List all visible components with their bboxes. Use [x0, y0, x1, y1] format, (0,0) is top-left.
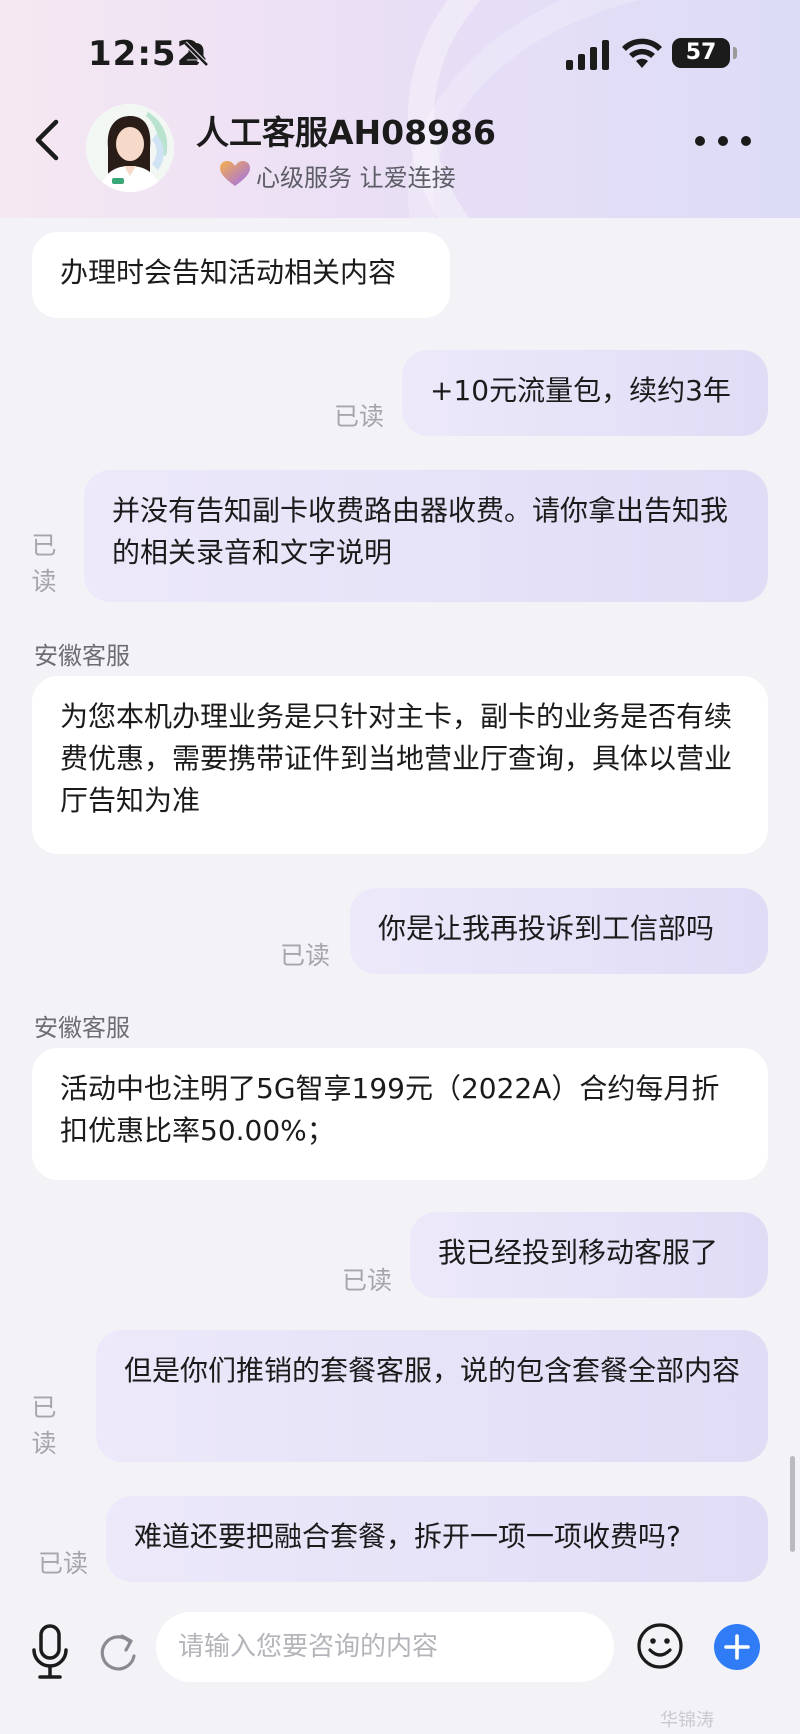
battery-level: 57 — [685, 40, 717, 65]
sender-name: 安徽客服 — [34, 642, 130, 670]
message-text: 但是你们推销的套餐客服，说的包含套餐全部内容 — [124, 1354, 741, 1387]
message-text: 你是让我再投诉到工信部吗 — [378, 912, 715, 945]
heart-icon — [220, 161, 250, 186]
message-bubble-incoming[interactable]: 办理时会告知活动相关内容 — [32, 232, 450, 318]
message-bubble-outgoing[interactable]: 我已经投到移动客服了 — [410, 1212, 768, 1298]
bell-muted-icon — [183, 41, 209, 67]
more-icon[interactable] — [690, 126, 756, 156]
emoji-icon[interactable] — [636, 1622, 684, 1670]
agent-avatar[interactable] — [86, 104, 174, 192]
battery-cap — [733, 47, 737, 59]
message-text: 活动中也注明了5G智享199元（2022A）合约每月折扣优惠比率50.00%； — [60, 1072, 720, 1147]
scrollbar[interactable] — [790, 1456, 795, 1552]
read-status: 已读 — [280, 941, 331, 970]
message-text: +10元流量包，续约3年 — [430, 374, 731, 407]
read-status: 已读 — [31, 1393, 57, 1458]
message-bubble-outgoing[interactable]: +10元流量包，续约3年 — [402, 350, 768, 436]
message-bubble-outgoing[interactable]: 但是你们推销的套餐客服，说的包含套餐全部内容 — [96, 1330, 768, 1462]
message-bubble-outgoing[interactable]: 难道还要把融合套餐，拆开一项一项收费吗? — [106, 1496, 768, 1582]
message-text: 为您本机办理业务是只针对主卡，副卡的业务是否有续费优惠，需要携带证件到当地营业厅… — [60, 700, 733, 817]
message-bubble-incoming[interactable]: 为您本机办理业务是只针对主卡，副卡的业务是否有续费优惠，需要携带证件到当地营业厅… — [32, 676, 768, 854]
message-bubble-incoming[interactable]: 活动中也注明了5G智享199元（2022A）合约每月折扣优惠比率50.00%； — [32, 1048, 768, 1180]
microphone-icon[interactable] — [30, 1624, 70, 1680]
sender-name: 安徽客服 — [34, 1014, 130, 1042]
signal-icon — [566, 40, 609, 70]
message-text: 我已经投到移动客服了 — [438, 1236, 719, 1269]
message-text: 并没有告知副卡收费路由器收费。请你拿出告知我的相关录音和文字说明 — [112, 494, 729, 569]
watermark: 华锦涛 — [660, 1710, 714, 1731]
status-bar: 12:52 57 — [0, 0, 800, 110]
add-button[interactable] — [714, 1624, 760, 1670]
chat-message-list[interactable]: 办理时会告知活动相关内容 已读 +10元流量包，续约3年 已读 并没有告知副卡收… — [0, 218, 800, 1610]
message-text: 办理时会告知活动相关内容 — [60, 256, 397, 289]
message-bubble-outgoing[interactable]: 你是让我再投诉到工信部吗 — [350, 888, 768, 974]
message-text: 难道还要把融合套餐，拆开一项一项收费吗? — [134, 1520, 681, 1553]
read-status: 已读 — [334, 402, 385, 431]
message-input[interactable] — [156, 1612, 614, 1682]
wifi-icon — [622, 38, 662, 68]
agent-name: 人工客服AH08986 — [196, 113, 496, 152]
refresh-icon[interactable] — [96, 1628, 140, 1676]
read-status: 已读 — [31, 531, 57, 596]
read-status: 已读 — [38, 1549, 89, 1578]
plus-icon — [724, 1634, 750, 1660]
battery-icon: 57 — [672, 38, 730, 68]
chat-header: 12:52 57 人工客服AH08986 心级服务 让爱连接 — [0, 0, 800, 218]
message-bubble-outgoing[interactable]: 并没有告知副卡收费路由器收费。请你拿出告知我的相关录音和文字说明 — [84, 470, 768, 602]
input-bar: 华锦涛 — [0, 1610, 800, 1734]
read-status: 已读 — [342, 1266, 393, 1295]
back-icon[interactable] — [26, 112, 70, 168]
avatar-image — [86, 104, 174, 192]
agent-slogan: 心级服务 让爱连接 — [256, 164, 456, 192]
